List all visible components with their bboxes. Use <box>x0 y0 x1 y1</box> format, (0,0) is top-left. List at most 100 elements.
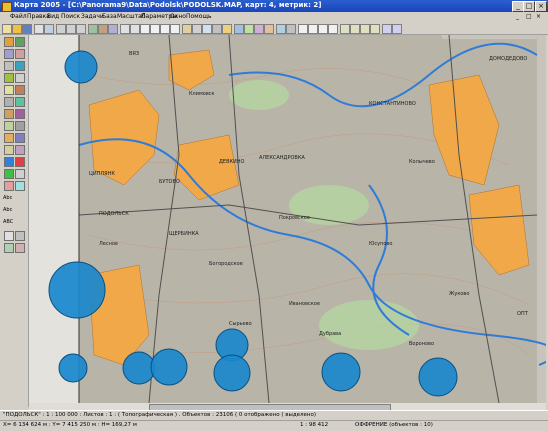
info-icon[interactable] <box>222 24 232 34</box>
help-icon[interactable] <box>286 24 296 34</box>
tool-icon[interactable] <box>4 133 14 143</box>
tool-icon[interactable] <box>4 121 14 131</box>
map-label: ЩЕРБИНКА <box>169 231 199 237</box>
mdi-minimize-button[interactable]: _ <box>516 13 519 20</box>
tool-icon[interactable] <box>15 61 25 71</box>
rotate-tool-icon[interactable] <box>360 24 370 34</box>
app-icon <box>2 2 12 12</box>
tool-icon[interactable] <box>4 109 14 119</box>
map-label: ДЕВКИНО <box>219 159 245 165</box>
tool-icon[interactable] <box>15 37 25 47</box>
tool-icon[interactable] <box>15 109 25 119</box>
pan-icon[interactable] <box>182 24 192 34</box>
3d-icon[interactable] <box>276 24 286 34</box>
menu-view[interactable]: Вид <box>47 13 59 20</box>
mdi-restore-button[interactable]: □ <box>526 13 532 20</box>
tool-icon[interactable] <box>15 73 25 83</box>
tool-icon[interactable] <box>15 231 25 241</box>
paste-icon[interactable] <box>76 24 86 34</box>
tool-icon[interactable] <box>15 145 25 155</box>
preview-icon[interactable] <box>44 24 54 34</box>
tool-icon[interactable] <box>15 133 25 143</box>
text-tool-label[interactable]: Abc <box>3 195 12 201</box>
map-view[interactable]: ВЯЗ ЦИПЛЯНК БУТОВО ДЕВКИНО АЛЕКСАНДРОВКА… <box>29 35 546 403</box>
menu-search[interactable]: Поиск <box>61 13 80 20</box>
open-icon[interactable] <box>12 24 22 34</box>
text-tool-label[interactable]: ABC <box>3 219 13 225</box>
grid-icon[interactable] <box>212 24 222 34</box>
object-icon[interactable] <box>108 24 118 34</box>
print-icon[interactable] <box>34 24 44 34</box>
tool-icon[interactable] <box>15 49 25 59</box>
tool-icon[interactable] <box>15 97 25 107</box>
menu-database[interactable]: База <box>102 13 117 20</box>
map-label: АЛЕКСАНДРОВКА <box>259 155 305 161</box>
map-label: Дубрава <box>319 331 341 337</box>
tool-icon[interactable] <box>4 73 14 83</box>
tool-icon[interactable] <box>4 243 14 253</box>
copy-icon[interactable] <box>66 24 76 34</box>
text-tool-label[interactable]: Abc <box>3 207 12 213</box>
search-icon[interactable] <box>234 24 244 34</box>
legend-icon[interactable] <box>98 24 108 34</box>
tool-icon[interactable] <box>15 121 25 131</box>
delete-tool-icon[interactable] <box>370 24 380 34</box>
menu-tasks[interactable]: Задачи <box>81 13 104 20</box>
zoom-all-icon[interactable] <box>170 24 180 34</box>
measure-icon[interactable] <box>202 24 212 34</box>
tool-icon[interactable] <box>15 169 25 179</box>
move-tool-icon[interactable] <box>350 24 360 34</box>
menu-window[interactable]: Окно <box>170 13 186 20</box>
selected-object-circle <box>64 50 98 84</box>
tool-icon[interactable] <box>15 85 25 95</box>
tool-icon[interactable] <box>4 85 14 95</box>
edit-tool-icon[interactable] <box>340 24 350 34</box>
layers-icon[interactable] <box>88 24 98 34</box>
tool-icon[interactable] <box>4 157 14 167</box>
map-canvas[interactable]: ВЯЗ ЦИПЛЯНК БУТОВО ДЕВКИНО АЛЕКСАНДРОВКА… <box>29 35 546 403</box>
tool-icon[interactable] <box>15 181 25 191</box>
tool-icon[interactable] <box>15 157 25 167</box>
tool-icon[interactable] <box>4 231 14 241</box>
tool-icon[interactable] <box>4 37 14 47</box>
cut-icon[interactable] <box>56 24 66 34</box>
zoom-window-icon[interactable] <box>160 24 170 34</box>
tools-panel: Abc Abc ABC <box>0 35 29 407</box>
title-bar[interactable]: Карта 2005 - [C:\Panorama9\Data\Podolsk\… <box>0 0 548 12</box>
refresh-icon[interactable] <box>192 24 202 34</box>
text-tool-icon[interactable] <box>298 24 308 34</box>
zoom-in-icon[interactable] <box>140 24 150 34</box>
pointer-icon[interactable] <box>130 24 140 34</box>
save-icon[interactable] <box>22 24 32 34</box>
horizontal-scrollbar[interactable] <box>29 403 546 411</box>
settings-icon[interactable] <box>382 24 392 34</box>
tool-icon[interactable] <box>4 181 14 191</box>
tool-icon[interactable] <box>15 243 25 253</box>
line-tool-icon[interactable] <box>308 24 318 34</box>
maximize-button[interactable]: □ <box>523 1 535 12</box>
close-button[interactable]: × <box>535 1 547 12</box>
new-icon[interactable] <box>2 24 12 34</box>
polygon-tool-icon[interactable] <box>318 24 328 34</box>
map-info-status: "ПОДОЛЬСК" : 1 : 100 000 : Листов : 1 : … <box>3 412 317 418</box>
filter-icon[interactable] <box>244 24 254 34</box>
map-label: ДОМОДЕДОВО <box>489 56 527 62</box>
zoom-out-icon[interactable] <box>150 24 160 34</box>
list-icon[interactable] <box>254 24 264 34</box>
tool-icon[interactable] <box>4 61 14 71</box>
report-icon[interactable] <box>264 24 274 34</box>
tool-icon[interactable] <box>4 145 14 155</box>
point-tool-icon[interactable] <box>328 24 338 34</box>
cursor-coordinates: X= 6 134 624 м : Y= 7 415 250 м : H= 169… <box>3 422 137 428</box>
menu-help[interactable]: Помощь <box>186 13 212 20</box>
mdi-close-button[interactable]: × <box>536 13 541 20</box>
map-label: Вороново <box>409 341 434 347</box>
select-icon[interactable] <box>120 24 130 34</box>
tool-icon[interactable] <box>4 169 14 179</box>
map-label: КОНСТАНТИНОВО <box>369 101 416 107</box>
window-icon[interactable] <box>392 24 402 34</box>
tool-icon[interactable] <box>4 97 14 107</box>
tool-icon[interactable] <box>4 49 14 59</box>
window-title: Карта 2005 - [C:\Panorama9\Data\Podolsk\… <box>14 1 322 9</box>
menu-file[interactable]: Файл <box>10 13 27 20</box>
